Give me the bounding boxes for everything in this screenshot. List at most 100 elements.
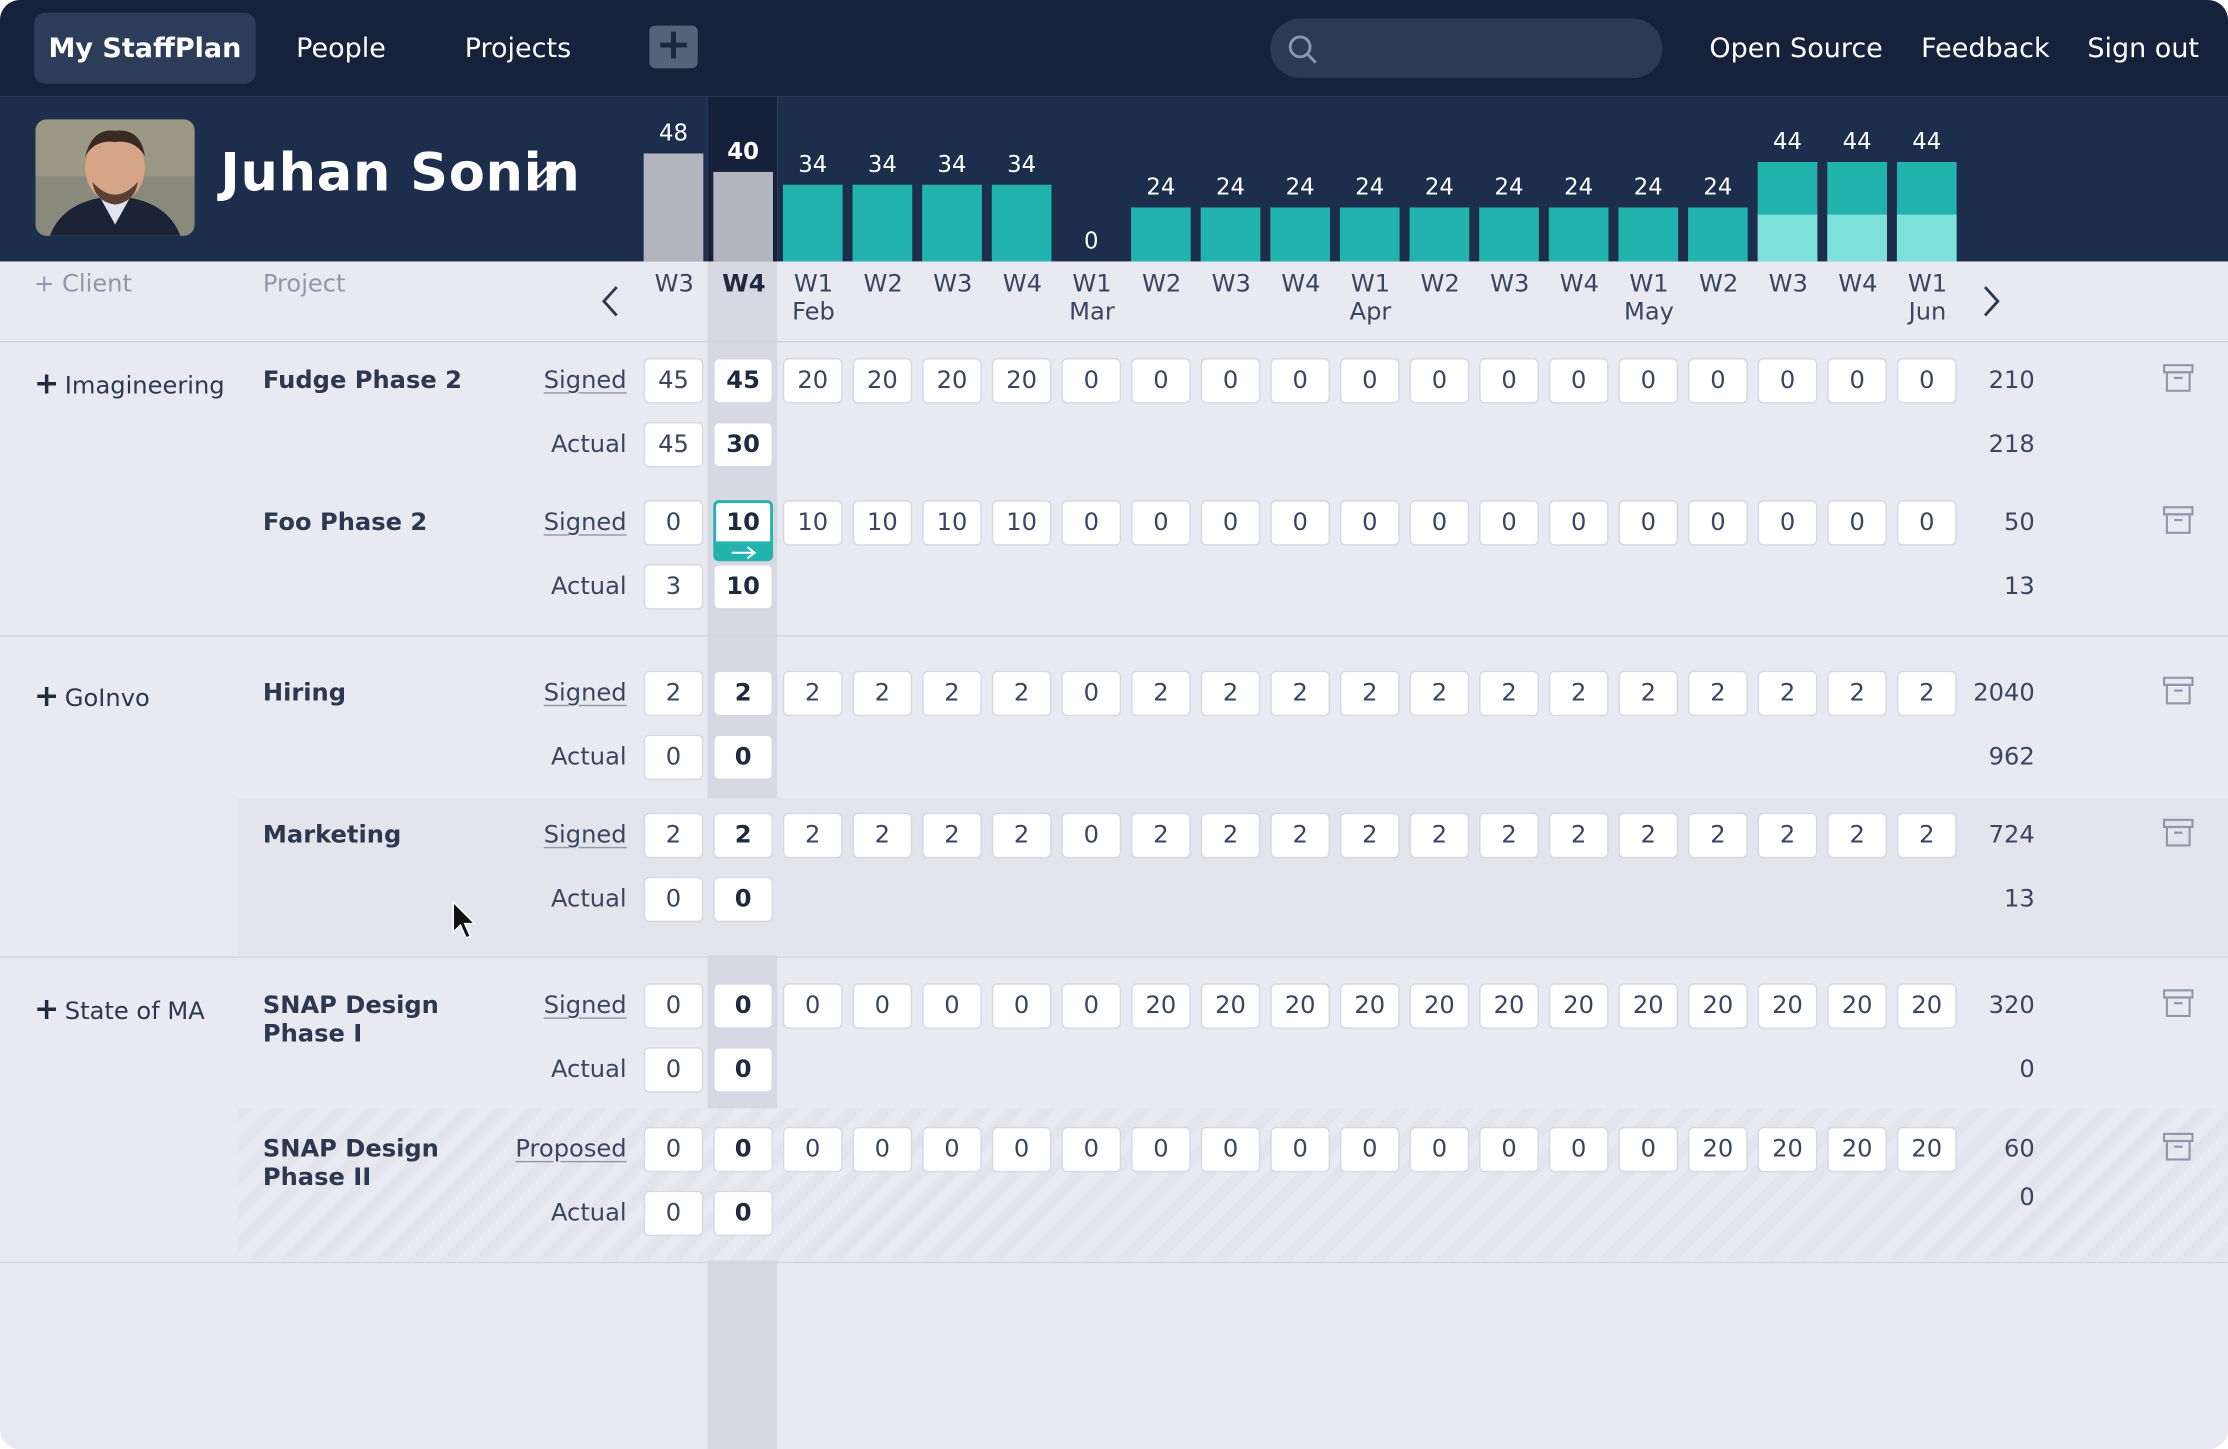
hours-cell[interactable]: 0 <box>643 1126 704 1173</box>
hours-cell[interactable]: 2 <box>1618 812 1679 859</box>
hours-cell[interactable]: 20 <box>1479 983 1539 1029</box>
hours-cell[interactable]: 0 <box>1618 358 1679 404</box>
hours-cell[interactable]: 20 <box>1757 1126 1818 1173</box>
hours-cell[interactable]: 2 <box>643 670 704 717</box>
hours-cell[interactable]: 2 <box>713 812 773 859</box>
hours-cell[interactable]: 2 <box>1827 670 1887 717</box>
hours-cell[interactable]: 0 <box>1131 1126 1191 1173</box>
hours-cell[interactable]: 0 <box>852 983 913 1029</box>
hours-cell[interactable]: 2 <box>991 812 1052 859</box>
hours-cell[interactable]: 20 <box>1131 983 1191 1029</box>
hours-cell[interactable]: 45 <box>643 358 704 404</box>
hours-cell[interactable]: 0 <box>1270 500 1330 546</box>
hours-cell[interactable]: 2 <box>1200 812 1261 859</box>
hours-cell[interactable]: 20 <box>852 358 913 404</box>
hours-cell[interactable]: 2 <box>1479 812 1539 859</box>
client-row[interactable]: + GoInvo <box>34 679 150 713</box>
archive-icon[interactable] <box>2162 989 2194 1023</box>
hours-cell[interactable]: 20 <box>1270 983 1330 1029</box>
hours-cell[interactable]: 20 <box>1896 983 1957 1029</box>
actual-hours-cell[interactable]: 0 <box>643 876 704 923</box>
hours-cell[interactable]: 10 <box>852 500 913 546</box>
hours-cell[interactable]: 0 <box>1061 500 1122 546</box>
hours-cell[interactable]: 0 <box>1409 1126 1470 1173</box>
search-input[interactable] <box>1270 18 1663 79</box>
hours-cell[interactable]: 2 <box>1757 812 1818 859</box>
hours-cell[interactable]: 0 <box>1200 1126 1261 1173</box>
hours-cell[interactable]: 2 <box>1339 670 1400 717</box>
hours-cell[interactable]: 2 <box>1339 812 1400 859</box>
hours-cell[interactable]: 2 <box>1896 670 1957 717</box>
hours-cell[interactable]: 20 <box>1548 983 1609 1029</box>
archive-icon[interactable] <box>2162 364 2194 398</box>
hours-cell[interactable]: 0 <box>1061 358 1122 404</box>
add-plus-icon[interactable]: + <box>649 23 698 69</box>
hours-cell[interactable]: 2 <box>1827 812 1887 859</box>
hours-cell[interactable]: 0 <box>1409 358 1470 404</box>
hours-cell[interactable]: 0 <box>1061 812 1122 859</box>
hours-cell[interactable]: 2 <box>1688 670 1748 717</box>
actual-hours-cell[interactable]: 0 <box>643 1047 704 1093</box>
actual-hours-cell[interactable]: 0 <box>713 1047 773 1093</box>
hours-cell[interactable]: 2 <box>1757 670 1818 717</box>
hours-cell[interactable]: 2 <box>1131 812 1191 859</box>
hours-cell[interactable]: 0 <box>1827 358 1887 404</box>
actual-hours-cell[interactable]: 0 <box>643 734 704 781</box>
hours-cell[interactable]: 0 <box>1270 1126 1330 1173</box>
hours-cell[interactable]: 0 <box>643 500 704 546</box>
hours-cell[interactable]: 0 <box>1339 500 1400 546</box>
hours-cell[interactable]: 0 <box>1339 358 1400 404</box>
actual-hours-cell[interactable]: 30 <box>713 422 773 468</box>
hours-cell[interactable]: 0 <box>1896 500 1957 546</box>
hours-cell[interactable]: 20 <box>1339 983 1400 1029</box>
hours-cell[interactable]: 2 <box>1409 812 1470 859</box>
hours-cell[interactable]: 0 <box>1479 1126 1539 1173</box>
hours-cell[interactable]: 2 <box>922 670 982 717</box>
hours-cell[interactable]: 20 <box>1896 1126 1957 1173</box>
hours-cell[interactable]: 2 <box>852 812 913 859</box>
hours-cell[interactable]: 0 <box>1061 670 1122 717</box>
hours-cell[interactable]: 0 <box>1131 358 1191 404</box>
hours-cell[interactable]: 0 <box>991 1126 1052 1173</box>
hours-cell[interactable]: 0 <box>991 983 1052 1029</box>
actual-hours-cell[interactable]: 0 <box>713 1190 773 1237</box>
add-project-plus-icon[interactable]: + <box>34 367 59 401</box>
hours-cell[interactable]: 0 <box>782 1126 843 1173</box>
hours-cell[interactable]: 10 <box>991 500 1052 546</box>
chevron-right-icon[interactable] <box>1979 284 2002 318</box>
hours-cell[interactable]: 0 <box>713 1126 773 1173</box>
hours-cell[interactable]: 2 <box>1131 670 1191 717</box>
hours-cell[interactable]: 0 <box>1618 1126 1679 1173</box>
hours-cell[interactable]: 20 <box>991 358 1052 404</box>
hours-cell[interactable]: 2 <box>852 670 913 717</box>
hours-cell[interactable]: 20 <box>1827 1126 1887 1173</box>
add-project-plus-icon[interactable]: + <box>34 679 59 713</box>
hours-cell[interactable]: 0 <box>1339 1126 1400 1173</box>
hours-cell[interactable]: 0 <box>643 983 704 1029</box>
client-row[interactable]: + State of MA <box>34 992 205 1026</box>
hours-cell[interactable]: 2 <box>1270 812 1330 859</box>
hours-cell[interactable]: 2 <box>782 812 843 859</box>
hours-cell[interactable]: 0 <box>1479 358 1539 404</box>
actual-hours-cell[interactable]: 10 <box>713 564 773 610</box>
hours-cell[interactable]: 20 <box>1827 983 1887 1029</box>
hours-cell[interactable]: 2 <box>1479 670 1539 717</box>
hours-cell[interactable]: 20 <box>1409 983 1470 1029</box>
hours-cell[interactable]: 2 <box>1200 670 1261 717</box>
actual-hours-cell[interactable]: 3 <box>643 564 704 610</box>
hours-cell[interactable]: 2 <box>1618 670 1679 717</box>
hours-cell[interactable]: 20 <box>1688 1126 1748 1173</box>
actual-hours-cell[interactable]: 45 <box>643 422 704 468</box>
hours-cell[interactable]: 2 <box>713 670 773 717</box>
hours-cell[interactable]: 10 <box>713 500 773 546</box>
hours-cell[interactable]: 2 <box>1896 812 1957 859</box>
archive-icon[interactable] <box>2162 818 2194 852</box>
hours-cell[interactable]: 0 <box>1896 358 1957 404</box>
actual-hours-cell[interactable]: 0 <box>713 876 773 923</box>
chevron-left-icon[interactable] <box>600 284 623 318</box>
hours-cell[interactable]: 0 <box>1688 358 1748 404</box>
hours-cell[interactable]: 20 <box>1757 983 1818 1029</box>
nav-people[interactable]: People <box>276 13 407 84</box>
archive-icon[interactable] <box>2162 506 2194 540</box>
hours-cell[interactable]: 0 <box>1827 500 1887 546</box>
